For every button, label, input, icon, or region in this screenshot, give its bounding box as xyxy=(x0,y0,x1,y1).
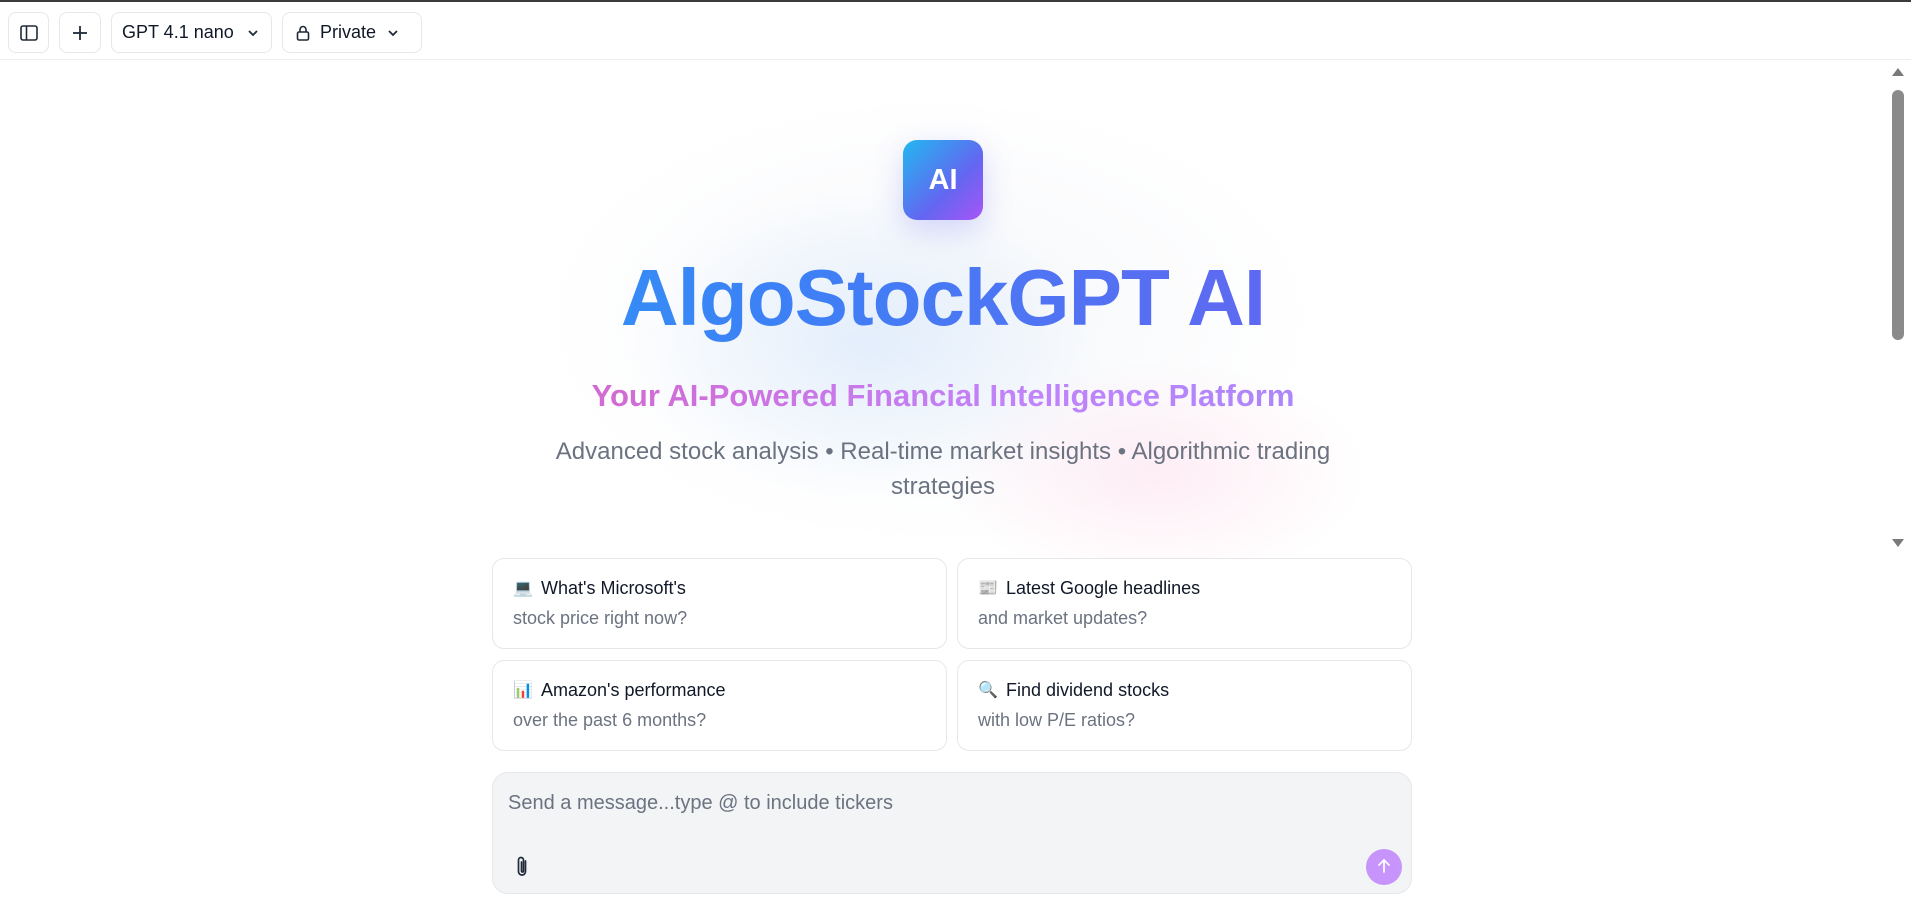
suggestion-title: Latest Google headlines xyxy=(1006,578,1201,598)
plus-icon xyxy=(70,23,90,43)
suggestion-title-row: 🔍 Find dividend stocks xyxy=(978,679,1391,701)
vertical-scrollbar[interactable] xyxy=(1886,60,1911,920)
model-selector-label: GPT 4.1 nano xyxy=(122,22,234,42)
suggestion-subtitle: with low P/E ratios? xyxy=(978,710,1136,730)
scrollbar-thumb[interactable] xyxy=(1892,90,1904,340)
page-tagline: Advanced stock analysis • Real-time mark… xyxy=(555,438,1331,500)
suggestion-title-row: 💻 What's Microsoft's xyxy=(513,577,926,599)
suggestion-card-amazon[interactable]: 📊 Amazon's performance over the past 6 m… xyxy=(492,660,947,751)
model-selector-button[interactable]: GPT 4.1 nano xyxy=(111,12,272,53)
new-chat-button[interactable] xyxy=(59,12,101,53)
send-button[interactable] xyxy=(1366,849,1402,885)
bar-chart-icon: 📊 xyxy=(513,680,533,699)
suggestion-title: Amazon's performance xyxy=(541,680,726,700)
suggestion-card-dividend[interactable]: 🔍 Find dividend stocks with low P/E rati… xyxy=(957,660,1412,751)
magnifier-icon: 🔍 xyxy=(978,680,998,699)
visibility-selector-label: Private xyxy=(320,22,377,42)
visibility-selector-button[interactable]: Private xyxy=(282,12,422,53)
suggestion-title-row: 📰 Latest Google headlines xyxy=(978,577,1391,599)
suggestion-title: What's Microsoft's xyxy=(541,578,686,598)
suggestion-card-microsoft[interactable]: 💻 What's Microsoft's stock price right n… xyxy=(492,558,947,649)
newspaper-icon: 📰 xyxy=(978,578,998,597)
page-subtitle: Your AI-Powered Financial Intelligence P… xyxy=(0,376,1886,416)
app-logo: AI xyxy=(903,140,983,220)
suggestion-subtitle: over the past 6 months? xyxy=(513,710,707,730)
chevron-down-icon xyxy=(386,26,400,40)
arrow-up-icon xyxy=(1375,857,1393,878)
page-title: AlgoStockGPT AI xyxy=(0,252,1886,344)
scroll-up-arrow-icon[interactable] xyxy=(1892,68,1904,76)
suggestion-subtitle: and market updates? xyxy=(978,608,1148,628)
laptop-icon: 💻 xyxy=(513,578,533,597)
suggestion-subtitle: stock price right now? xyxy=(513,608,688,628)
app-logo-text: AI xyxy=(928,163,958,196)
paperclip-icon xyxy=(513,855,531,882)
attach-file-button[interactable] xyxy=(509,853,535,883)
sidebar-toggle-button[interactable] xyxy=(8,12,49,53)
scroll-down-arrow-icon[interactable] xyxy=(1892,539,1904,547)
chevron-down-icon xyxy=(246,26,260,40)
suggestion-title-row: 📊 Amazon's performance xyxy=(513,679,926,701)
lock-icon xyxy=(294,24,312,42)
message-input[interactable] xyxy=(508,785,1388,821)
suggestion-card-google[interactable]: 📰 Latest Google headlines and market upd… xyxy=(957,558,1412,649)
message-composer xyxy=(492,772,1412,894)
top-toolbar: GPT 4.1 nano Private xyxy=(0,0,1911,60)
sidebar-toggle-icon xyxy=(19,23,39,43)
suggestion-title: Find dividend stocks xyxy=(1006,680,1170,700)
